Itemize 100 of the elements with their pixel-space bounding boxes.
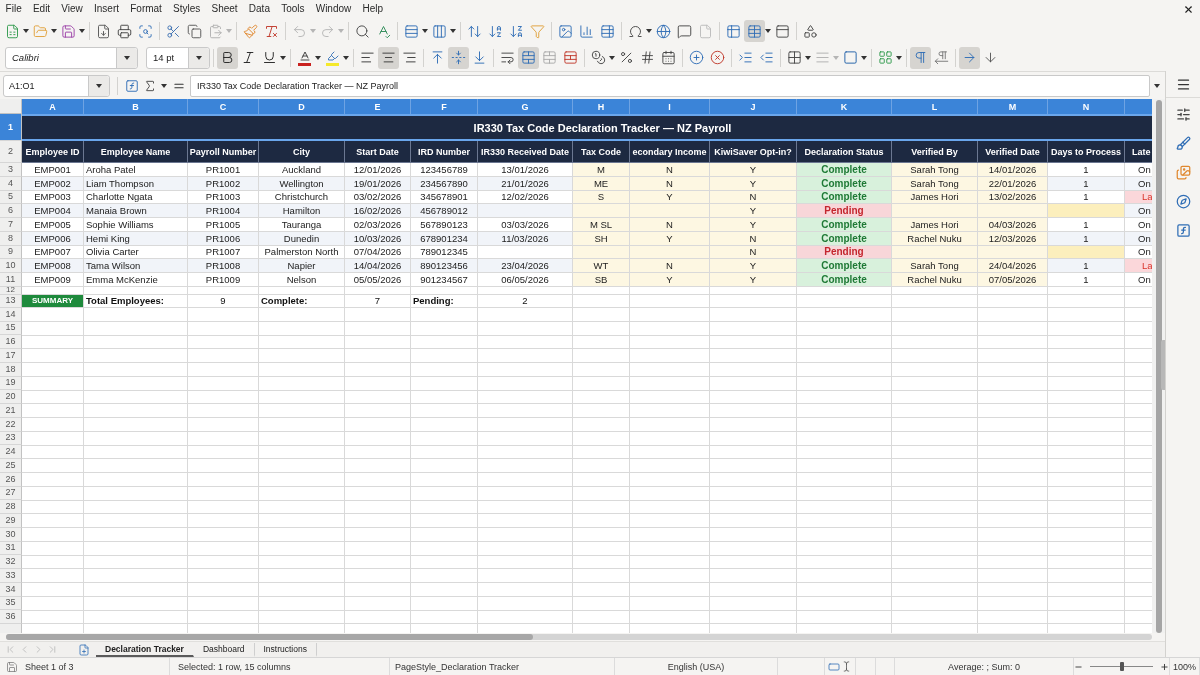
align-top-icon[interactable] (430, 50, 445, 65)
column-header[interactable]: J (710, 99, 797, 114)
percent-icon[interactable] (619, 50, 634, 65)
dropdown-button[interactable] (116, 47, 137, 68)
panel-icon[interactable] (775, 23, 790, 39)
zoom-slider[interactable] (1090, 662, 1153, 671)
sigma-icon[interactable] (143, 78, 157, 93)
row-header[interactable]: 24 (0, 445, 22, 459)
menu-icon[interactable] (1175, 76, 1191, 92)
table-grid-icon[interactable] (726, 23, 741, 39)
hash-icon[interactable] (640, 50, 655, 65)
coins-icon[interactable] (591, 50, 606, 65)
row-header[interactable]: 32 (0, 555, 22, 569)
table-properties-icon[interactable] (600, 23, 615, 39)
function-icon[interactable] (1175, 223, 1191, 238)
row-header[interactable]: 11 (0, 273, 22, 287)
row-header[interactable]: 3 (0, 163, 22, 177)
selection-mode-icon[interactable] (828, 660, 852, 673)
caret-icon[interactable] (896, 55, 902, 60)
menu-item[interactable]: Window (310, 0, 357, 18)
row-header[interactable]: 33 (0, 569, 22, 583)
file-download-icon[interactable] (96, 23, 111, 39)
caret-icon[interactable] (343, 55, 349, 60)
dropdown-button[interactable] (188, 47, 209, 68)
font-size-field[interactable]: 14 pt (146, 46, 210, 69)
row-header[interactable]: 28 (0, 500, 22, 514)
merge-center-button[interactable] (518, 46, 539, 69)
horizontal-scrollbar-thumb[interactable] (6, 634, 533, 640)
column-header[interactable]: M (978, 99, 1048, 114)
search-icon[interactable] (355, 23, 370, 39)
brush-icon[interactable] (1175, 136, 1191, 151)
caret-icon[interactable] (805, 55, 811, 60)
table-button[interactable] (744, 20, 765, 42)
clear-formatting-icon[interactable] (264, 23, 279, 39)
caret-icon[interactable] (161, 83, 167, 88)
pilcrow-button[interactable] (910, 46, 931, 69)
menu-item[interactable]: Help (356, 0, 389, 18)
column-header[interactable]: B (84, 99, 188, 114)
menu-item[interactable]: Data (243, 0, 276, 18)
sliders-icon[interactable] (1175, 107, 1191, 122)
font-color-icon[interactable] (297, 49, 312, 66)
caret-icon[interactable] (280, 55, 286, 60)
arrow-down-icon[interactable] (983, 50, 998, 65)
comment-icon[interactable] (677, 23, 692, 39)
column-header[interactable]: H (573, 99, 630, 114)
menu-item[interactable]: Insert (88, 0, 125, 18)
underline-icon[interactable] (262, 50, 277, 65)
caret-icon[interactable] (609, 55, 615, 60)
compass-icon[interactable] (1175, 194, 1191, 209)
caret-icon[interactable] (195, 55, 202, 60)
row-header[interactable]: 21 (0, 404, 22, 418)
menu-item[interactable]: Tools (275, 0, 311, 18)
globe-icon[interactable] (656, 23, 671, 39)
column-header[interactable]: A (22, 99, 84, 114)
bold-button[interactable] (217, 46, 238, 69)
pilcrow-left-icon[interactable] (934, 50, 949, 65)
row-header[interactable]: 7 (0, 218, 22, 232)
row-header[interactable]: 36 (0, 610, 22, 624)
omega-icon[interactable] (628, 23, 643, 39)
caret-icon[interactable] (861, 55, 867, 60)
caret-icon[interactable] (765, 29, 771, 33)
menu-item[interactable]: Styles (167, 0, 206, 18)
menu-item[interactable]: Edit (27, 0, 56, 18)
caret-icon[interactable] (646, 29, 652, 33)
caret-icon[interactable] (95, 83, 102, 88)
align-bottom-icon[interactable] (472, 50, 487, 65)
sort-icon[interactable] (467, 23, 482, 39)
row-header[interactable]: 17 (0, 349, 22, 363)
column-header[interactable]: F (411, 99, 478, 114)
italic-icon[interactable] (241, 50, 256, 65)
align-middle-button[interactable] (448, 46, 469, 69)
zoom-slider-thumb[interactable] (1119, 662, 1124, 671)
sort-descending-icon[interactable] (509, 23, 524, 39)
merge-cells-icon[interactable] (542, 50, 557, 65)
caret-icon[interactable] (51, 29, 57, 33)
sidebar-handle[interactable] (1161, 340, 1165, 390)
scissors-icon[interactable] (166, 23, 181, 39)
close-icon[interactable] (1183, 3, 1194, 15)
dropdown-button[interactable] (88, 75, 109, 96)
align-left-icon[interactable] (360, 50, 375, 65)
row-header[interactable]: 29 (0, 514, 22, 528)
menu-item[interactable]: View (55, 0, 89, 18)
align-right-icon[interactable] (402, 50, 417, 65)
shapes-icon[interactable] (803, 23, 818, 39)
horizontal-scrollbar[interactable] (6, 634, 1152, 640)
column-header[interactable]: E (345, 99, 411, 114)
save-icon[interactable] (6, 660, 18, 673)
row-header[interactable]: 1 (0, 114, 22, 141)
wrap-text-icon[interactable] (500, 50, 515, 65)
vertical-scrollbar-thumb[interactable] (1155, 100, 1162, 633)
borders-icon[interactable] (787, 50, 802, 65)
image-icon[interactable] (558, 23, 573, 39)
column-header[interactable]: N (1048, 99, 1125, 114)
indent-decrease-icon[interactable] (759, 50, 774, 65)
clipboard-icon[interactable] (208, 23, 223, 39)
calendar-icon[interactable] (661, 50, 676, 65)
caret-icon[interactable] (23, 29, 29, 33)
caret-icon[interactable] (79, 29, 85, 33)
zoom-in-icon[interactable] (1160, 661, 1169, 672)
row-header[interactable]: 20 (0, 390, 22, 404)
